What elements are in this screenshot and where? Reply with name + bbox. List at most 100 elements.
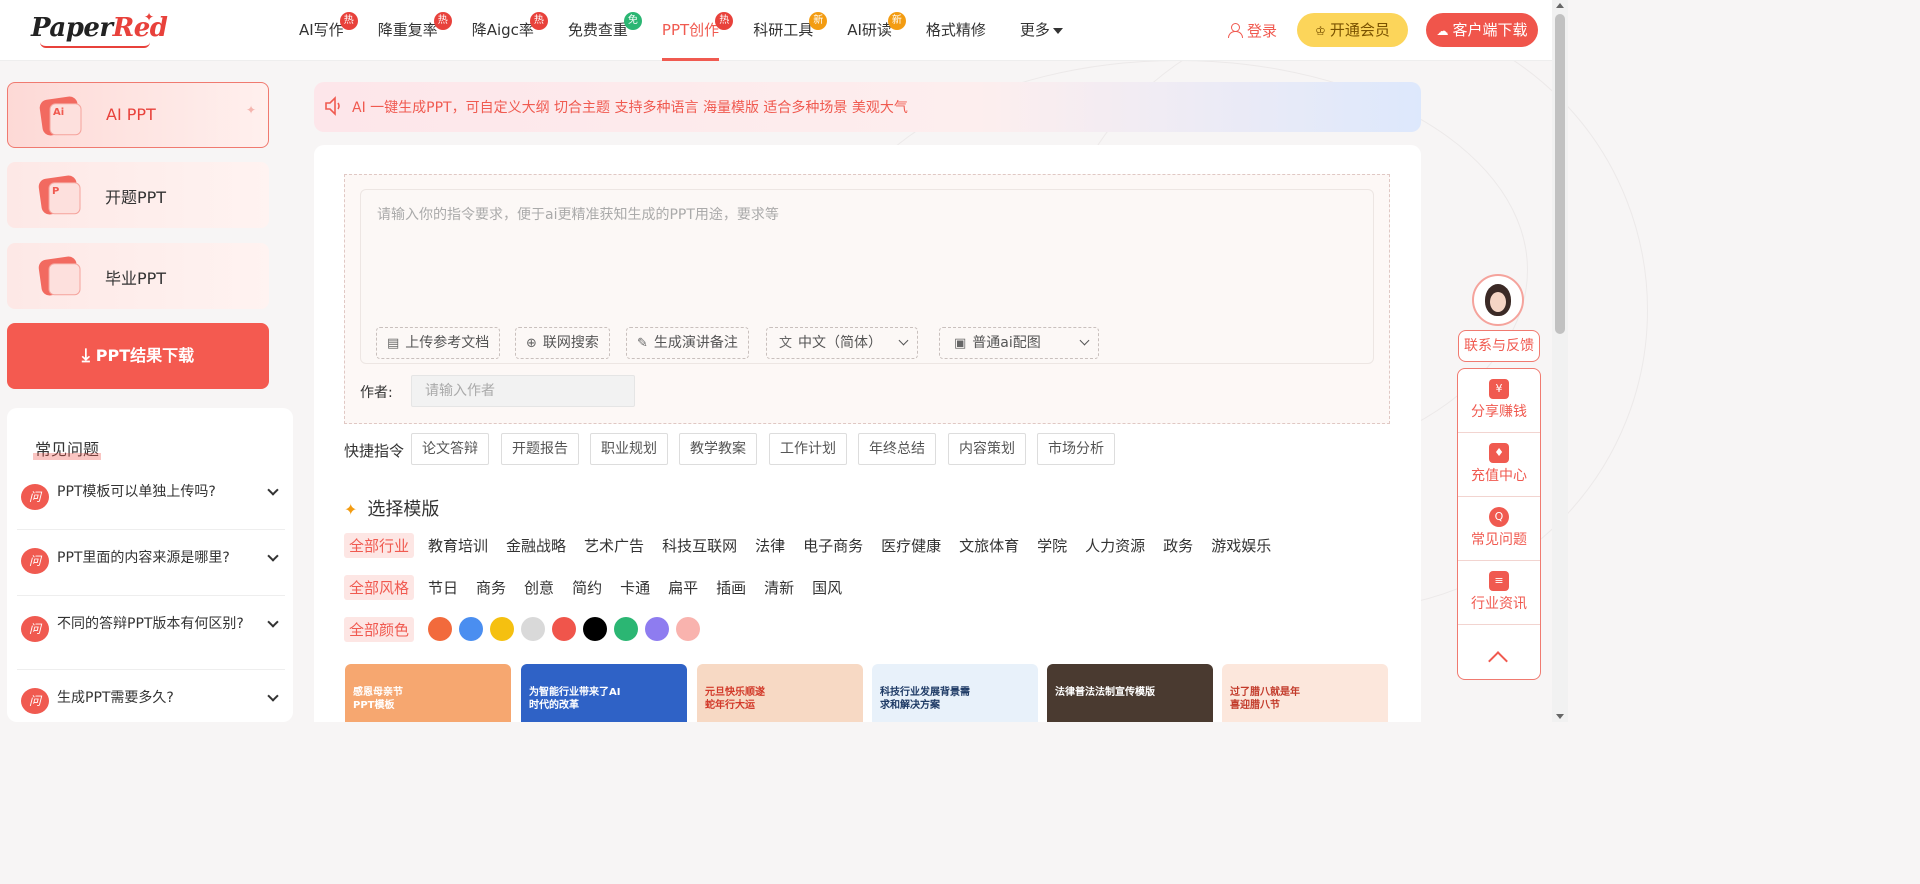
scroll-up-arrow[interactable]	[1556, 3, 1564, 8]
quick-command-chip[interactable]: 开题报告	[501, 433, 579, 465]
template-thumbnail[interactable]: 元旦快乐顺遂 蛇年行大运	[697, 664, 863, 722]
quick-command-label: 快捷指令	[344, 442, 405, 460]
nav-item-0[interactable]: AI写作热	[299, 0, 358, 61]
color-swatch[interactable]	[490, 617, 515, 641]
sidebar-item-graduation-ppt[interactable]: 毕业PPT	[7, 243, 269, 309]
nav-item-3[interactable]: 免费查重免	[568, 0, 642, 61]
gift-icon: ♦	[1489, 443, 1509, 463]
upload-reference-button[interactable]: ▤ 上传参考文档	[376, 327, 501, 359]
industry-filter-chip[interactable]: 学院	[1037, 535, 1067, 556]
style-filter-chip[interactable]: 国风	[812, 577, 842, 598]
industry-filter-chip[interactable]: 金融战略	[506, 535, 566, 556]
speaker-notes-button[interactable]: ✎ 生成演讲备注	[626, 327, 749, 359]
color-swatch[interactable]	[676, 617, 701, 641]
share-earn-button[interactable]: ¥ 分享赚钱	[1458, 369, 1540, 433]
template-section-title: ✦ 选择模版	[344, 499, 440, 520]
recharge-center-button[interactable]: ♦ 充值中心	[1458, 433, 1540, 497]
color-swatch[interactable]	[428, 617, 453, 641]
faq-item[interactable]: 问 不同的答辩PPT版本有何区别?	[17, 596, 285, 670]
pen-icon: ✎	[637, 336, 648, 351]
style-filter-chip[interactable]: 简约	[572, 577, 602, 598]
page-scrollbar[interactable]	[1552, 0, 1568, 722]
industry-filter-chip[interactable]: 科技互联网	[662, 535, 737, 556]
color-swatch[interactable]	[645, 617, 670, 641]
color-swatch[interactable]	[552, 617, 577, 641]
quick-command-chip[interactable]: 论文答辩	[411, 433, 489, 465]
style-filter-chip[interactable]: 节日	[428, 577, 458, 598]
sidebar-item-proposal-ppt[interactable]: P 开题PPT	[7, 162, 269, 228]
faq-item[interactable]: 问 PPT模板可以单独上传吗?	[17, 464, 285, 530]
faq-item[interactable]: 问 生成PPT需要多久?	[17, 670, 285, 722]
contact-feedback-button[interactable]: 联系与反馈	[1458, 330, 1540, 362]
quick-command-chip[interactable]: 内容策划	[948, 433, 1026, 465]
template-thumbnail[interactable]: 感恩母亲节 PPT模板	[345, 664, 511, 722]
industry-filter-chip[interactable]: 人力资源	[1085, 535, 1145, 556]
style-filter-chip[interactable]: 商务	[476, 577, 506, 598]
nav-item-8[interactable]: 更多	[1020, 0, 1063, 61]
scrollbar-thumb[interactable]	[1555, 14, 1565, 334]
author-input[interactable]: 请输入作者	[411, 375, 635, 407]
industry-filter-chip[interactable]: 政务	[1163, 535, 1193, 556]
top-navbar: PaperRed ✦ AI写作热降重复率热降Aigc率热免费查重免 PPT创作热科…	[0, 0, 1552, 61]
image-mode-select[interactable]: ▣ 普通ai配图	[939, 327, 1099, 359]
template-thumbnail[interactable]: 为智能行业带来了AI 时代的改革	[521, 664, 687, 722]
faq-button[interactable]: Q 常见问题	[1458, 497, 1540, 561]
nav-item-1[interactable]: 降重复率热	[378, 0, 452, 61]
faq-item[interactable]: 问 PPT里面的内容来源是哪里?	[17, 530, 285, 596]
nav-item-6[interactable]: AI研读新	[847, 0, 906, 61]
template-thumbnail[interactable]: 法律普法法制宣传模版	[1047, 664, 1213, 722]
style-filter-chip[interactable]: 清新	[764, 577, 794, 598]
industry-filter-chip[interactable]: 电子商务	[803, 535, 863, 556]
color-filter: 全部颜色	[344, 615, 707, 643]
industry-filter-chip[interactable]: 法律	[755, 535, 785, 556]
nav-item-4[interactable]: PPT创作热	[661, 0, 734, 61]
quick-command-chip[interactable]: 教学教案	[679, 433, 757, 465]
industry-filter-chip[interactable]: 文旅体育	[959, 535, 1019, 556]
nav-item-5[interactable]: 科研工具新	[753, 0, 828, 61]
support-avatar[interactable]	[1472, 274, 1524, 326]
faq-panel: 常见问题 问 PPT模板可以单独上传吗? 问 PPT里面的内容来源是哪里? 问 …	[7, 408, 293, 722]
style-filter-chip[interactable]: 卡通	[620, 577, 650, 598]
template-thumbnail-title: 感恩母亲节 PPT模板	[353, 687, 403, 711]
industry-news-button[interactable]: ≡ 行业资讯	[1458, 561, 1540, 625]
nav-badge: 热	[433, 12, 452, 30]
style-filter-chip[interactable]: 扁平	[668, 577, 698, 598]
vip-button[interactable]: ♔ 开通会员	[1297, 13, 1408, 47]
login-link[interactable]: 登录	[1228, 20, 1277, 41]
style-filter-chip[interactable]: 插画	[716, 577, 746, 598]
color-swatch[interactable]	[583, 617, 608, 641]
back-to-top-icon[interactable]	[1488, 651, 1508, 671]
template-thumbnail-title: 过了腊八就是年 喜迎腊八节	[1230, 687, 1300, 711]
quick-command-chip[interactable]: 年终总结	[858, 433, 936, 465]
industry-filter-chip[interactable]: 教育培训	[428, 535, 488, 556]
client-download-button[interactable]: ☁ 客户端下载	[1426, 13, 1538, 47]
web-search-button[interactable]: ⊕ 联网搜索	[515, 327, 610, 359]
quick-command-chip[interactable]: 工作计划	[769, 433, 847, 465]
quick-command-chip[interactable]: 市场分析	[1037, 433, 1115, 465]
download-icon: ⤓	[81, 345, 90, 366]
floating-toolbar: ¥ 分享赚钱 ♦ 充值中心 Q 常见问题 ≡ 行业资讯	[1457, 368, 1541, 680]
ppt-result-download-button[interactable]: ⤓ PPT结果下载	[7, 323, 269, 389]
sidebar-item-ai-ppt[interactable]: Ai AI PPT ✦	[7, 82, 269, 148]
template-thumbnail[interactable]: 过了腊八就是年 喜迎腊八节	[1222, 664, 1388, 722]
nav-item-7[interactable]: 格式精修	[926, 0, 986, 61]
chevron-down-icon	[267, 550, 279, 562]
industry-filter-chip[interactable]: 全部行业	[344, 532, 415, 558]
industry-filter-chip[interactable]: 艺术广告	[584, 535, 644, 556]
nav-badge: 热	[715, 12, 734, 30]
template-thumbnail-title: 法律普法法制宣传模版	[1055, 687, 1155, 698]
color-swatch[interactable]	[521, 617, 546, 641]
filter-all-colors[interactable]: 全部颜色	[344, 616, 415, 642]
color-swatch[interactable]	[459, 617, 484, 641]
quick-command-chip[interactable]: 职业规划	[590, 433, 668, 465]
template-thumbnail[interactable]: 科技行业发展背景需 求和解决方案	[872, 664, 1038, 722]
style-filter-chip[interactable]: 全部风格	[344, 574, 415, 600]
color-swatch[interactable]	[614, 617, 639, 641]
industry-filter-chip[interactable]: 游戏娱乐	[1211, 535, 1271, 556]
industry-filter-chip[interactable]: 医疗健康	[881, 535, 941, 556]
style-filter-chip[interactable]: 创意	[524, 577, 554, 598]
nav-item-2[interactable]: 降Aigc率热	[472, 0, 548, 61]
language-select[interactable]: 文中文（简体）	[766, 327, 919, 359]
industry-filter: 全部行业 教育培训 金融战略 艺术广告 科技互联网 法律 电子商务 医疗健康 文旅体育 学院 人力资…	[344, 531, 1289, 559]
scroll-down-arrow[interactable]	[1556, 714, 1564, 719]
